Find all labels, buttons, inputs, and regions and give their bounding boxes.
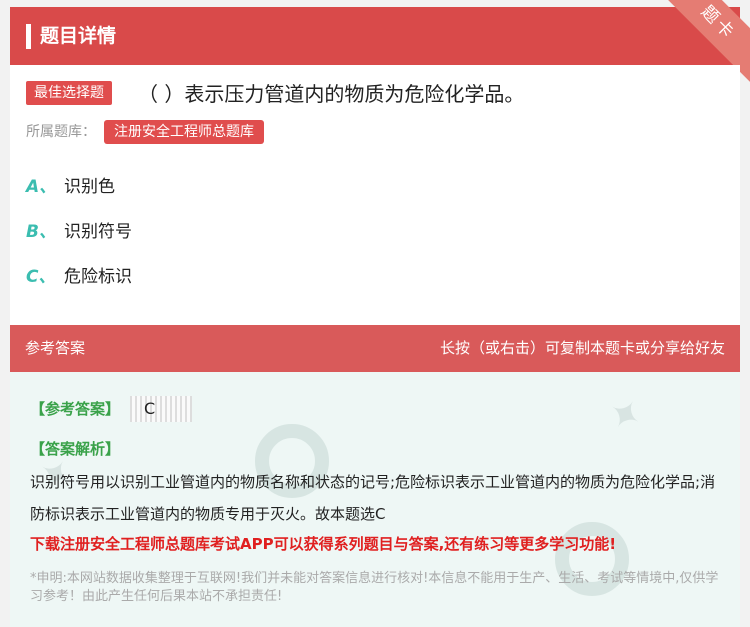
- header-accent-bar: [26, 24, 31, 49]
- option-text: 识别符号: [64, 222, 132, 242]
- reference-answer-label: 【参考答案】: [30, 400, 121, 418]
- option-c[interactable]: C、 危险标识: [26, 264, 132, 290]
- app-download-promo[interactable]: 下载注册安全工程师总题库考试APP可以获得系列题目与答案,还有练习等更多学习功能…: [30, 532, 616, 556]
- option-letter: C、: [26, 267, 56, 287]
- question-text: （ ）表示压力管道内的物质为危险化学品。: [138, 82, 525, 106]
- reference-answer-value: C: [130, 396, 192, 422]
- option-text: 危险标识: [64, 267, 132, 287]
- answer-header: 参考答案 长按（或右击）可复制本题卡或分享给好友: [10, 325, 740, 372]
- bank-link[interactable]: 注册安全工程师总题库: [104, 120, 264, 144]
- analysis-label: 【答案解析】: [30, 440, 121, 458]
- option-b[interactable]: B、 识别符号: [26, 219, 132, 245]
- analysis-text: 识别符号用以识别工业管道内的物质名称和状态的记号;危险标识表示工业管道内的物质为…: [30, 473, 716, 523]
- option-a[interactable]: A、 识别色: [26, 174, 115, 200]
- answer-panel: ✦ ✦ 【参考答案】 C 【答案解析】 识别符号用以识别工业管道内的物质名称和状…: [10, 372, 740, 627]
- option-letter: B、: [26, 222, 56, 242]
- option-letter: A、: [26, 177, 57, 197]
- page-header: 题目详情: [10, 7, 740, 65]
- page-title: 题目详情: [40, 25, 117, 47]
- watermark-mark: ✦: [598, 388, 656, 442]
- disclaimer-text: *申明:本网站数据收集整理于互联网!我们并未能对答案信息进行核对!本信息不能用于…: [30, 571, 719, 604]
- question-type-tag: 最佳选择题: [26, 81, 112, 105]
- bank-label: 所属题库：: [26, 124, 96, 140]
- option-text: 识别色: [64, 177, 115, 197]
- question-card: 最佳选择题 （ ）表示压力管道内的物质为危险化学品。 所属题库： 注册安全工程师…: [10, 65, 740, 325]
- copy-share-hint: 长按（或右击）可复制本题卡或分享给好友: [439, 339, 725, 357]
- answer-header-label: 参考答案: [25, 339, 86, 357]
